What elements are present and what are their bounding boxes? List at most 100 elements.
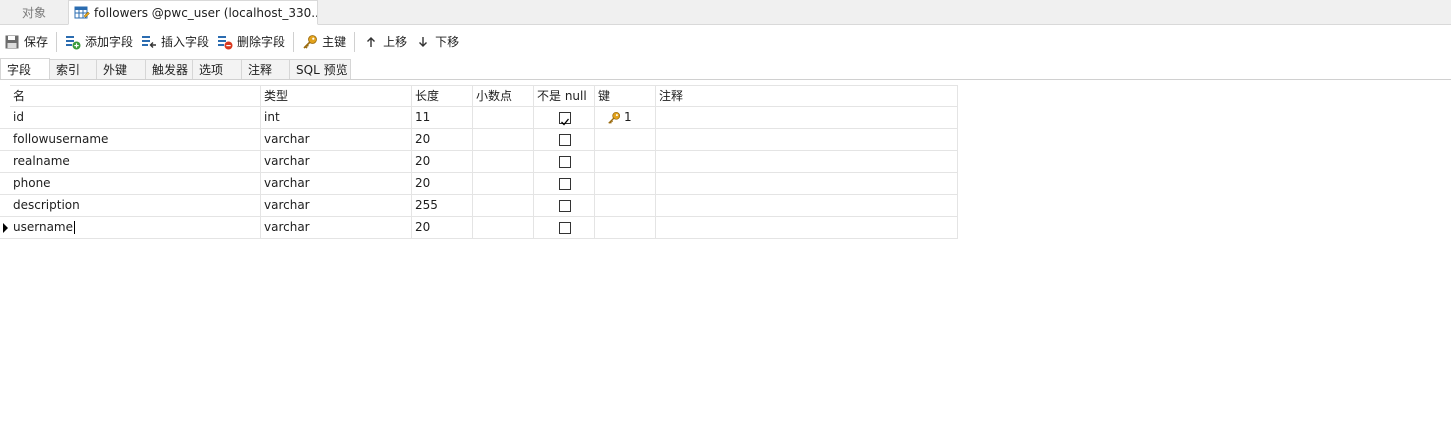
cell-comment[interactable] xyxy=(656,217,958,239)
cell-length[interactable]: 11 xyxy=(412,107,473,129)
cell-type[interactable]: int xyxy=(261,107,412,129)
cell-length[interactable]: 20 xyxy=(412,129,473,151)
cell-key[interactable] xyxy=(595,151,656,173)
tab-indexes[interactable]: 索引 xyxy=(49,59,97,79)
row-selector[interactable] xyxy=(0,195,10,217)
tab-table-design[interactable]: followers @pwc_user (localhost_330... xyxy=(68,0,318,25)
cell-key[interactable] xyxy=(595,173,656,195)
table-row[interactable]: realname varchar 20 xyxy=(0,151,958,173)
arrow-up-icon xyxy=(363,34,379,50)
table-row[interactable]: description varchar 255 xyxy=(0,195,958,217)
cell-not-null[interactable] xyxy=(534,129,595,151)
cell-comment[interactable] xyxy=(656,107,958,129)
cell-text: 20 xyxy=(415,176,431,190)
cell-text: varchar xyxy=(264,132,310,146)
header-type[interactable]: 类型 xyxy=(261,85,412,107)
header-decimals[interactable]: 小数点 xyxy=(473,85,534,107)
move-up-label: 上移 xyxy=(383,35,408,49)
move-up-button[interactable]: 上移 xyxy=(359,30,411,54)
primary-key-button[interactable]: 主键 xyxy=(298,30,350,54)
add-field-button[interactable]: 添加字段 xyxy=(61,30,137,54)
tab-objects[interactable]: 对象 xyxy=(0,0,68,24)
cell-type[interactable]: varchar xyxy=(261,129,412,151)
row-selector[interactable] xyxy=(0,151,10,173)
cell-text: description xyxy=(13,198,80,212)
tab-options[interactable]: 选项 xyxy=(192,59,242,79)
cell-decimals[interactable] xyxy=(473,107,534,129)
cell-name[interactable]: phone xyxy=(10,173,261,195)
cell-comment[interactable] xyxy=(656,195,958,217)
tab-comments[interactable]: 注释 xyxy=(241,59,290,79)
delete-field-button[interactable]: 删除字段 xyxy=(213,30,289,54)
save-label: 保存 xyxy=(24,35,49,49)
cell-comment[interactable] xyxy=(656,151,958,173)
cell-text: id xyxy=(13,110,24,124)
insert-field-button[interactable]: 插入字段 xyxy=(137,30,213,54)
header-not-null[interactable]: 不是 null xyxy=(534,85,595,107)
tab-foreign-keys[interactable]: 外键 xyxy=(96,59,146,79)
not-null-checkbox[interactable] xyxy=(559,112,571,126)
cell-decimals[interactable] xyxy=(473,129,534,151)
not-null-checkbox[interactable] xyxy=(559,222,571,234)
cell-not-null[interactable] xyxy=(534,217,595,239)
row-selector[interactable] xyxy=(0,217,10,239)
header-comment[interactable]: 注释 xyxy=(656,85,958,107)
tab-foreign-keys-label: 外键 xyxy=(103,63,128,77)
cell-text: varchar xyxy=(264,154,310,168)
cell-type[interactable]: varchar xyxy=(261,151,412,173)
header-name[interactable]: 名 xyxy=(10,85,261,107)
cell-type[interactable]: varchar xyxy=(261,195,412,217)
not-null-checkbox[interactable] xyxy=(559,178,571,190)
cell-length[interactable]: 20 xyxy=(412,151,473,173)
cell-key[interactable] xyxy=(595,217,656,239)
row-selector[interactable] xyxy=(0,107,10,129)
cell-type[interactable]: varchar xyxy=(261,173,412,195)
cell-type[interactable]: varchar xyxy=(261,217,412,239)
cell-key[interactable] xyxy=(595,195,656,217)
cell-name[interactable]: realname xyxy=(10,151,261,173)
cell-text: 255 xyxy=(415,198,438,212)
cell-key[interactable] xyxy=(595,129,656,151)
cell-decimals[interactable] xyxy=(473,151,534,173)
cell-length[interactable]: 20 xyxy=(412,173,473,195)
add-field-icon xyxy=(65,34,81,50)
table-row[interactable]: followusername varchar 20 xyxy=(0,129,958,151)
not-null-checkbox[interactable] xyxy=(559,134,571,146)
cell-not-null[interactable] xyxy=(534,173,595,195)
table-row[interactable]: id int 11 1 xyxy=(0,107,958,129)
cell-not-null[interactable] xyxy=(534,107,595,129)
table-row[interactable]: username varchar 20 xyxy=(0,217,958,239)
table-row[interactable]: phone varchar 20 xyxy=(0,173,958,195)
not-null-checkbox[interactable] xyxy=(559,156,571,168)
cell-length[interactable]: 255 xyxy=(412,195,473,217)
cell-decimals[interactable] xyxy=(473,217,534,239)
header-key[interactable]: 键 xyxy=(595,85,656,107)
tab-table-design-label: followers @pwc_user (localhost_330... xyxy=(94,5,318,20)
cell-not-null[interactable] xyxy=(534,195,595,217)
tab-sql-preview[interactable]: SQL 预览 xyxy=(289,59,351,79)
cell-name[interactable]: followusername xyxy=(10,129,261,151)
cell-decimals[interactable] xyxy=(473,173,534,195)
cell-comment[interactable] xyxy=(656,129,958,151)
not-null-checkbox[interactable] xyxy=(559,200,571,212)
move-down-button[interactable]: 下移 xyxy=(411,30,463,54)
cell-length[interactable]: 20 xyxy=(412,217,473,239)
insert-field-icon xyxy=(141,34,157,50)
cell-name[interactable]: username xyxy=(10,217,261,239)
cell-not-null[interactable] xyxy=(534,151,595,173)
row-selector[interactable] xyxy=(0,129,10,151)
cell-text: phone xyxy=(13,176,51,190)
cell-decimals[interactable] xyxy=(473,195,534,217)
cell-text: username xyxy=(13,220,73,234)
cell-name[interactable]: id xyxy=(10,107,261,129)
tab-fields[interactable]: 字段 xyxy=(0,58,50,79)
header-length[interactable]: 长度 xyxy=(412,85,473,107)
tab-comments-label: 注释 xyxy=(248,63,273,77)
row-selector[interactable] xyxy=(0,173,10,195)
tab-triggers[interactable]: 触发器 xyxy=(145,59,193,79)
toolbar-divider xyxy=(56,31,58,52)
cell-comment[interactable] xyxy=(656,173,958,195)
save-button[interactable]: 保存 xyxy=(0,30,52,54)
cell-key[interactable]: 1 xyxy=(595,107,656,129)
cell-name[interactable]: description xyxy=(10,195,261,217)
